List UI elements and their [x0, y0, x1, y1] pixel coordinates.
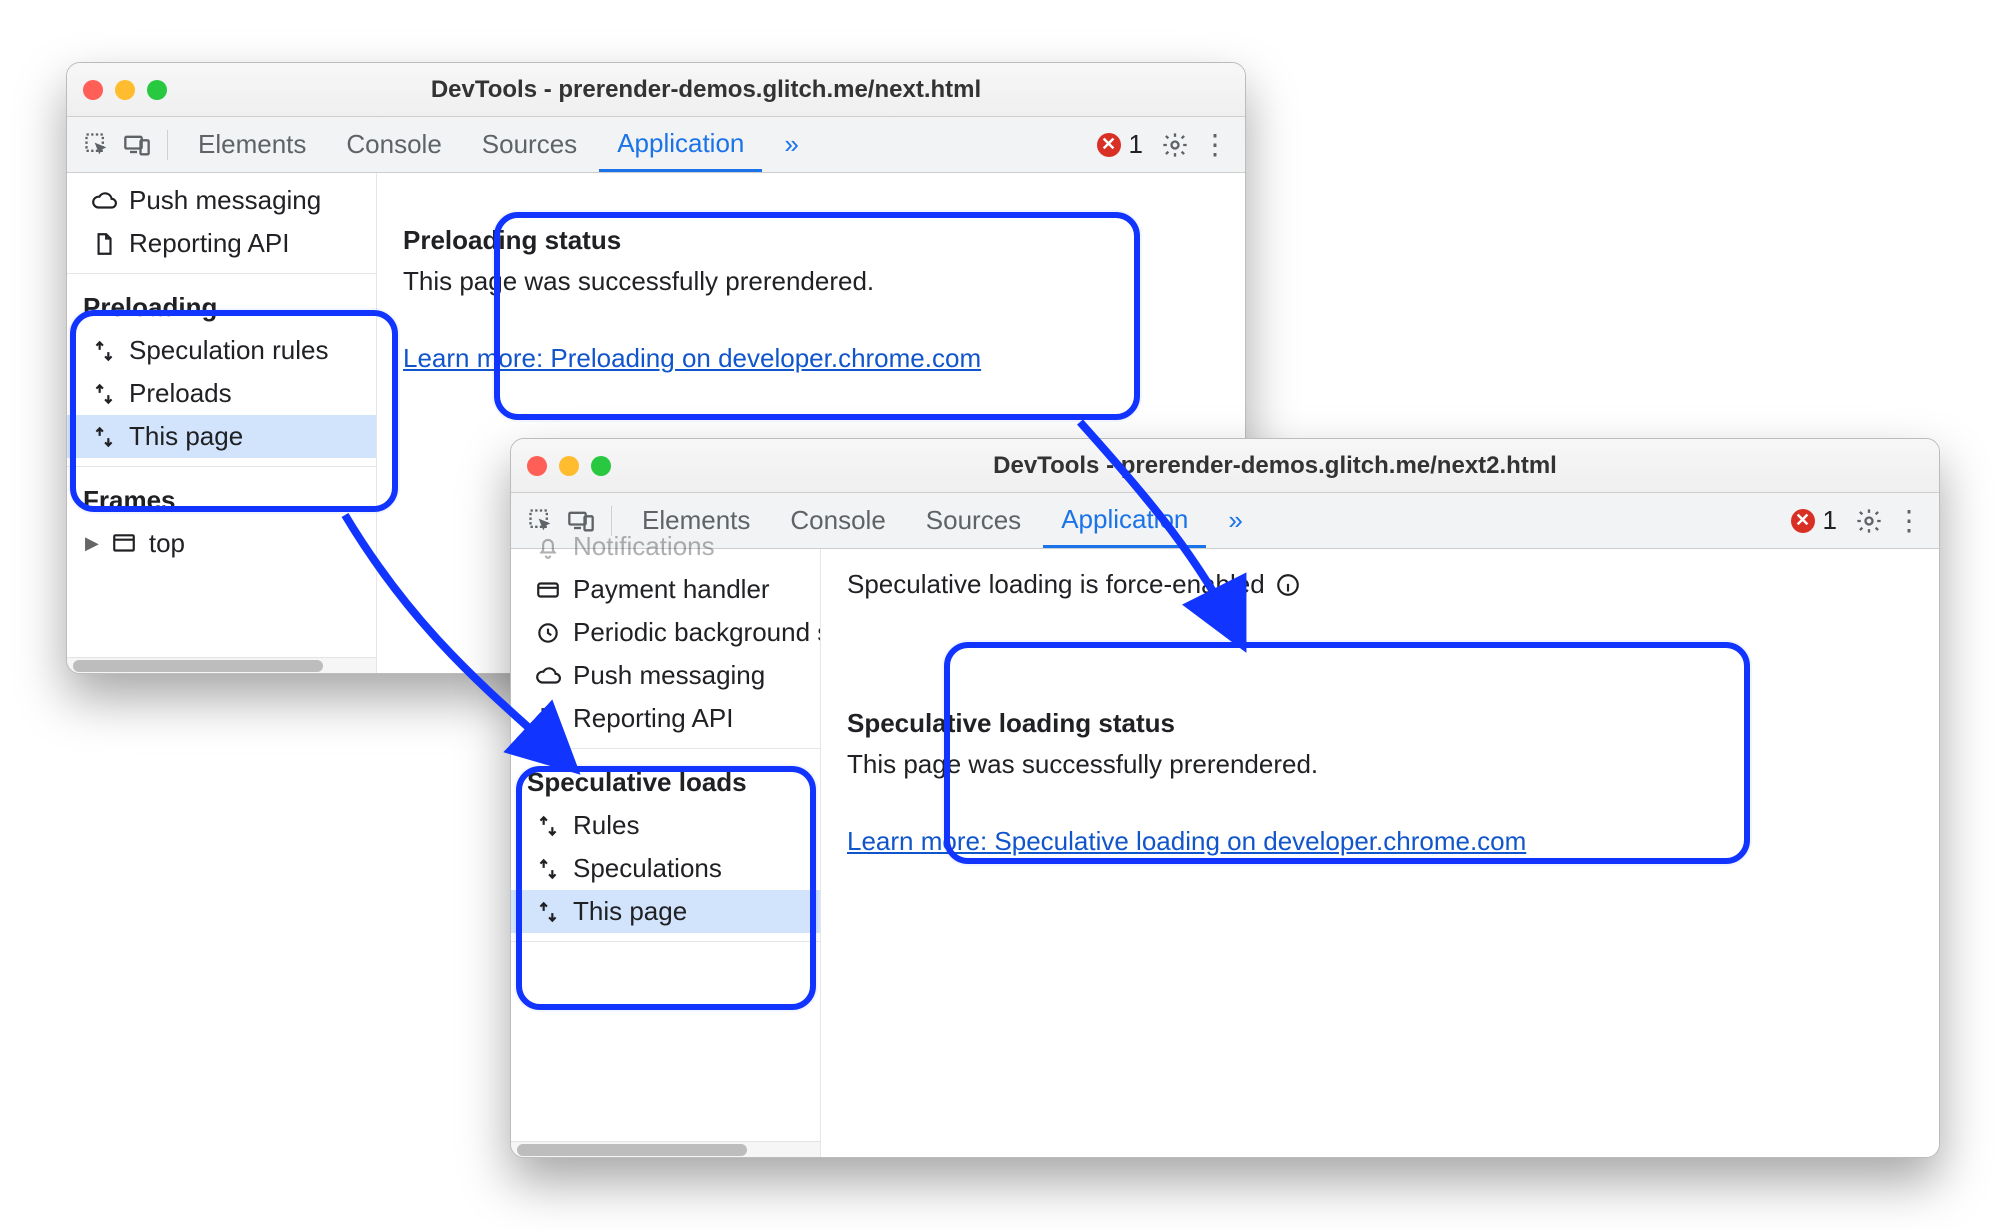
tab-console[interactable]: Console: [328, 117, 459, 172]
sidebar-item-label: top: [149, 528, 185, 559]
sidebar-item-notifications[interactable]: Notifications: [511, 525, 820, 568]
device-toggle-icon[interactable]: [119, 127, 155, 163]
sidebar-item-push-messaging[interactable]: Push messaging: [511, 654, 820, 697]
sidebar-item-speculations[interactable]: Speculations: [511, 847, 820, 890]
frame-icon: [111, 531, 137, 557]
sidebar-item-label: Reporting API: [573, 703, 733, 734]
window-titlebar[interactable]: DevTools - prerender-demos.glitch.me/nex…: [67, 63, 1245, 117]
sidebar-category-speculative-loads[interactable]: Speculative loads: [511, 757, 820, 804]
tree-expander-icon[interactable]: ▶: [85, 533, 99, 554]
close-button[interactable]: [83, 80, 103, 100]
error-count: 1: [1129, 129, 1143, 160]
sidebar-item-this-page[interactable]: This page: [511, 890, 820, 933]
cloud-icon: [91, 188, 117, 214]
error-count: 1: [1823, 505, 1837, 536]
zoom-button[interactable]: [147, 80, 167, 100]
sidebar-item-label: Push messaging: [129, 185, 321, 216]
clock-icon: [535, 620, 561, 646]
section-body: This page was successfully prerendered.: [403, 266, 1219, 297]
notice-text: Speculative loading is force-enabled: [847, 569, 1265, 600]
sidebar-item-label: Speculations: [573, 853, 722, 884]
error-icon: ✕: [1791, 509, 1815, 533]
scrollbar-thumb[interactable]: [517, 1144, 747, 1156]
updown-icon: [91, 381, 117, 407]
minimize-button[interactable]: [559, 456, 579, 476]
error-counter[interactable]: ✕ 1: [1781, 505, 1847, 536]
tab-application[interactable]: Application: [1043, 493, 1206, 548]
sidebar-item-periodic-background-sync[interactable]: Periodic background sy: [511, 611, 820, 654]
tab-application[interactable]: Application: [599, 117, 762, 172]
updown-icon: [535, 813, 561, 839]
inspect-icon[interactable]: [79, 127, 115, 163]
sidebar-item-rules[interactable]: Rules: [511, 804, 820, 847]
application-panel-main: Speculative loading is force-enabled Spe…: [821, 549, 1939, 1157]
sidebar-category-frames[interactable]: Frames: [67, 475, 376, 522]
sidebar-item-push-messaging[interactable]: Push messaging: [67, 179, 376, 222]
sidebar-item-label: Speculation rules: [129, 335, 328, 366]
window-controls: [83, 80, 167, 100]
sidebar-item-label: Reporting API: [129, 228, 289, 259]
minimize-button[interactable]: [115, 80, 135, 100]
sidebar-item-speculation-rules[interactable]: Speculation rules: [67, 329, 376, 372]
application-sidebar: Notifications Payment handler Periodic b…: [511, 549, 821, 1157]
sidebar-item-label: Rules: [573, 810, 639, 841]
window-controls: [527, 456, 611, 476]
sidebar-item-label: Payment handler: [573, 574, 770, 605]
settings-gear-icon[interactable]: [1157, 127, 1193, 163]
sidebar-item-label: Preloads: [129, 378, 232, 409]
scrollbar-thumb[interactable]: [73, 660, 323, 672]
more-menu-icon[interactable]: ⋮: [1891, 503, 1927, 539]
sidebar-item-label: Periodic background sy: [573, 617, 820, 648]
cloud-icon: [535, 663, 561, 689]
file-icon: [91, 231, 117, 257]
updown-icon: [535, 856, 561, 882]
sidebar-item-reporting-api[interactable]: Reporting API: [67, 222, 376, 265]
sidebar-category-preloading[interactable]: Preloading: [67, 282, 376, 329]
tab-sources[interactable]: Sources: [464, 117, 595, 172]
file-icon: [535, 706, 561, 732]
sidebar-item-label: This page: [573, 896, 687, 927]
more-tabs-button[interactable]: »: [766, 117, 816, 172]
sidebar-item-payment-handler[interactable]: Payment handler: [511, 568, 820, 611]
error-icon: ✕: [1097, 133, 1121, 157]
updown-icon: [91, 424, 117, 450]
window-title: DevTools - prerender-demos.glitch.me/nex…: [183, 76, 1229, 104]
updown-icon: [91, 338, 117, 364]
zoom-button[interactable]: [591, 456, 611, 476]
section-title: Preloading status: [403, 225, 1219, 256]
sidebar-item-this-page[interactable]: This page: [67, 415, 376, 458]
sidebar-item-label: This page: [129, 421, 243, 452]
separator: [167, 130, 168, 160]
more-tabs-button[interactable]: »: [1210, 493, 1260, 548]
tab-sources[interactable]: Sources: [908, 493, 1039, 548]
sidebar-item-label: Notifications: [573, 531, 715, 562]
sidebar-item-reporting-api[interactable]: Reporting API: [511, 697, 820, 740]
sidebar-item-frame-top[interactable]: ▶ top: [67, 522, 376, 565]
devtools-window-2: DevTools - prerender-demos.glitch.me/nex…: [510, 438, 1940, 1158]
devtools-tabbar: Elements Console Sources Application » ✕…: [67, 117, 1245, 173]
section-title: Speculative loading status: [847, 708, 1913, 739]
window-titlebar[interactable]: DevTools - prerender-demos.glitch.me/nex…: [511, 439, 1939, 493]
horizontal-scrollbar[interactable]: [511, 1141, 820, 1157]
sidebar-item-label: Push messaging: [573, 660, 765, 691]
info-icon[interactable]: [1275, 572, 1301, 598]
learn-more-link[interactable]: Learn more: Speculative loading on devel…: [847, 826, 1526, 856]
close-button[interactable]: [527, 456, 547, 476]
application-sidebar: Push messaging Reporting API Preloading …: [67, 173, 377, 673]
bell-icon: [535, 534, 561, 560]
updown-icon: [535, 899, 561, 925]
sidebar-item-preloads[interactable]: Preloads: [67, 372, 376, 415]
notice-bar: Speculative loading is force-enabled: [847, 569, 1913, 600]
horizontal-scrollbar[interactable]: [67, 657, 376, 673]
card-icon: [535, 577, 561, 603]
section-body: This page was successfully prerendered.: [847, 749, 1913, 780]
more-menu-icon[interactable]: ⋮: [1197, 127, 1233, 163]
window-title: DevTools - prerender-demos.glitch.me/nex…: [627, 452, 1923, 480]
error-counter[interactable]: ✕ 1: [1087, 129, 1153, 160]
tab-elements[interactable]: Elements: [180, 117, 324, 172]
settings-gear-icon[interactable]: [1851, 503, 1887, 539]
learn-more-link[interactable]: Learn more: Preloading on developer.chro…: [403, 343, 981, 373]
